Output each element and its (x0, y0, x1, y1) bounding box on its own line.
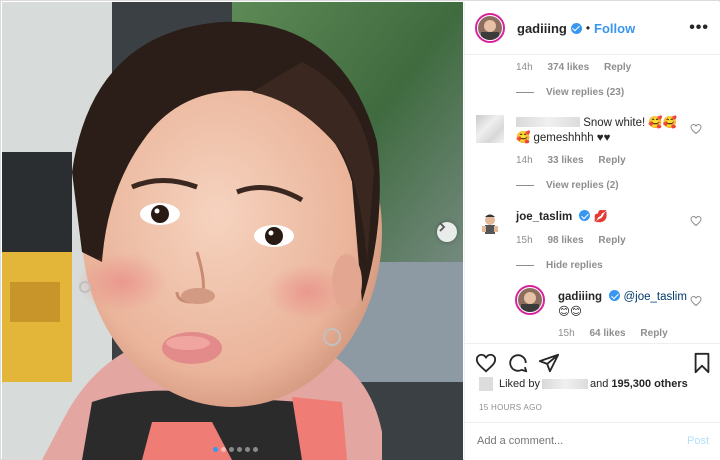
carousel-next-button[interactable] (437, 222, 457, 242)
post-comment-button[interactable]: Post (687, 435, 709, 447)
view-replies-label: View replies (2) (546, 180, 619, 191)
carousel-indicator (213, 447, 258, 452)
comment-bubble-icon[interactable] (507, 352, 529, 374)
post-timestamp: 15 HOURS AGO (479, 403, 543, 412)
avatar[interactable] (476, 115, 504, 143)
reply-avatar-ring[interactable] (515, 285, 545, 315)
verified-badge-icon (570, 22, 582, 34)
comment-time: 14h (516, 155, 533, 166)
avatar (478, 16, 502, 40)
liked-by-summary: Liked by and 195,300 others (479, 377, 688, 391)
user-avatar-icon (478, 16, 502, 40)
commenter-username[interactable]: joe_taslim (516, 211, 572, 223)
comment-likes[interactable]: 374 likes (547, 62, 589, 73)
comment-text-line2: 🥰 gemeshhhh ♥♥ (516, 132, 611, 144)
like-comment-heart-icon[interactable] (690, 215, 702, 227)
comment-body: Snow white! 🥰🥰 🥰 gemeshhhh ♥♥ (516, 116, 691, 146)
view-replies-button[interactable]: View replies (23) (516, 87, 624, 98)
chevron-right-icon (439, 222, 446, 232)
header-separator: • (585, 21, 591, 35)
avatar (518, 288, 542, 312)
comment-body: joe_taslim 💋 (516, 210, 608, 225)
carousel-dot (253, 447, 258, 452)
reply-likes[interactable]: 64 likes (589, 328, 625, 339)
like-heart-icon[interactable] (475, 352, 497, 374)
avatar[interactable] (476, 209, 504, 237)
comment-reply-button[interactable]: Reply (598, 155, 625, 166)
carousel-dot (213, 447, 218, 452)
carousel-dot (229, 447, 234, 452)
liker-avatar[interactable] (479, 377, 493, 391)
divider-line (516, 265, 534, 266)
add-comment-bar: Post (465, 422, 720, 460)
verified-badge-icon (579, 210, 591, 221)
hide-replies-button[interactable]: Hide replies (516, 260, 603, 271)
hide-replies-label: Hide replies (546, 260, 603, 271)
carousel-dot (221, 447, 226, 452)
more-options-icon[interactable]: ••• (689, 20, 709, 36)
follow-button[interactable]: Follow (594, 21, 635, 36)
view-replies-label: View replies (23) (546, 87, 625, 98)
reply-reply-button[interactable]: Reply (640, 328, 667, 339)
likes-count-link[interactable]: 195,300 others (611, 378, 687, 390)
comment-reply-button[interactable]: Reply (604, 62, 631, 73)
bookmark-icon[interactable] (691, 352, 713, 374)
liker-username[interactable] (541, 379, 588, 389)
post-header: gadiiing • Follow ••• (465, 2, 720, 55)
post-side-panel: gadiiing • Follow ••• 14h 374 likes Repl… (464, 2, 720, 460)
reply-time: 15h (558, 328, 575, 339)
photo-illustration (2, 2, 463, 460)
story-ring[interactable] (475, 13, 505, 43)
post-author-username[interactable]: gadiiing (517, 21, 567, 36)
view-replies-button[interactable]: View replies (2) (516, 180, 619, 191)
comment-meta: 14h 33 likes Reply (516, 155, 626, 166)
mention-link[interactable]: @joe_taslim (624, 291, 687, 303)
comment-meta: 15h 98 likes Reply (516, 235, 626, 246)
divider-line (516, 185, 534, 186)
like-comment-heart-icon[interactable] (690, 295, 702, 307)
comment-meta: 14h 374 likes Reply (516, 62, 631, 73)
user-avatar-icon (518, 288, 542, 312)
user-avatar-icon (482, 214, 498, 234)
comment-reply-button[interactable]: Reply (598, 235, 625, 246)
story-ring (515, 285, 545, 315)
comment-time: 15h (516, 235, 533, 246)
liked-by-label: Liked by (499, 378, 540, 390)
reply-username[interactable]: gadiiing (558, 291, 602, 303)
carousel-dot (245, 447, 250, 452)
comment-likes[interactable]: 98 likes (547, 235, 583, 246)
divider-line (516, 92, 534, 93)
reply-body: gadiiing @joe_taslim 😊😊 (558, 290, 688, 320)
add-comment-input[interactable] (477, 435, 667, 447)
like-comment-heart-icon[interactable] (690, 123, 702, 135)
comment-likes[interactable]: 33 likes (547, 155, 583, 166)
and-label: and (589, 378, 609, 390)
carousel-dot (237, 447, 242, 452)
reply-text: 😊😊 (558, 306, 582, 318)
comment-text: 💋 (593, 211, 608, 223)
commenter-username[interactable] (516, 117, 580, 127)
comment-text: Snow white! 🥰🥰 (583, 117, 678, 129)
verified-badge-icon (609, 290, 621, 301)
share-paper-plane-icon[interactable] (538, 352, 560, 374)
post-window: gadiiing • Follow ••• 14h 374 likes Repl… (0, 0, 720, 460)
comment-time: 14h (516, 62, 533, 73)
post-photo[interactable] (2, 2, 463, 460)
reply-meta: 15h 64 likes Reply (558, 328, 668, 339)
